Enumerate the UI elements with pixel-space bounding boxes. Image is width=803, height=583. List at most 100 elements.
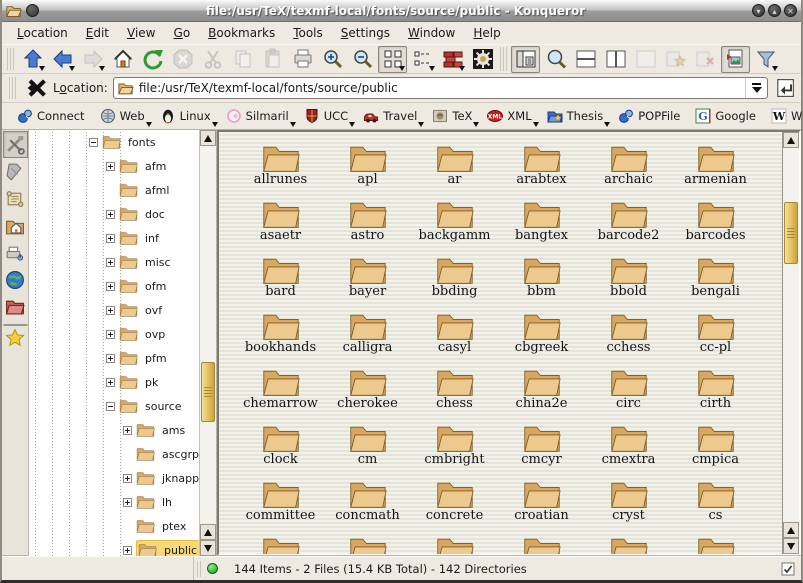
tree-item-ptex[interactable]: ptex <box>29 514 199 538</box>
tree-item-afml[interactable]: afml <box>29 178 199 202</box>
folder-bayer[interactable]: bayer <box>324 250 411 306</box>
folder-armenian[interactable]: armenian <box>672 138 759 194</box>
folder-bengali[interactable]: bengali <box>672 250 759 306</box>
bookmark-silmaril[interactable]: Silmaril <box>221 104 297 128</box>
folder-partial[interactable] <box>585 530 672 554</box>
folder-barcode2[interactable]: barcode2 <box>585 194 672 250</box>
tree-expander-icon[interactable] <box>106 378 115 387</box>
bookmark-xml[interactable]: XMLXML <box>482 104 539 128</box>
tree-scroll-up-icon[interactable] <box>200 130 216 146</box>
print-button[interactable] <box>288 46 317 73</box>
folder-cmpica[interactable]: cmpica <box>672 418 759 474</box>
folder-cbgreek[interactable]: cbgreek <box>498 306 585 362</box>
folder-partial[interactable] <box>411 530 498 554</box>
view-scroll-down-icon[interactable] <box>783 538 799 554</box>
folder-ar[interactable]: ar <box>411 138 498 194</box>
use-index-html-button[interactable] <box>721 46 750 73</box>
tree-expander-icon[interactable] <box>123 546 132 555</box>
toolbar-grip[interactable] <box>7 48 14 70</box>
folder-cc-pl[interactable]: cc-pl <box>672 306 759 362</box>
menu-bookmarks[interactable]: Bookmarks <box>199 23 284 43</box>
folder-bookhands[interactable]: bookhands <box>237 306 324 362</box>
folder-clock[interactable]: clock <box>237 418 324 474</box>
folder-partial[interactable] <box>324 530 411 554</box>
icon-view-button[interactable] <box>378 46 407 73</box>
folder-apl[interactable]: apl <box>324 138 411 194</box>
bookmark-linux[interactable]: Linux <box>155 104 219 128</box>
zoom-in-button[interactable] <box>318 46 347 73</box>
folder-allrunes[interactable]: allrunes <box>237 138 324 194</box>
folder-cmextra[interactable]: cmextra <box>585 418 672 474</box>
folder-cirth[interactable]: cirth <box>672 362 759 418</box>
folder-cryst[interactable]: cryst <box>585 474 672 530</box>
up-button[interactable] <box>18 46 47 73</box>
split-view-left-right-button[interactable] <box>601 46 630 73</box>
tree-expander-icon[interactable] <box>106 282 115 291</box>
tree-expander-icon[interactable] <box>123 474 132 483</box>
bookmark-ucc[interactable]: UCC <box>299 104 356 128</box>
clear-location-icon[interactable] <box>24 76 48 100</box>
folder-casyl[interactable]: casyl <box>411 306 498 362</box>
dropdown-arrow-icon[interactable] <box>69 66 75 71</box>
tree-expander-icon[interactable] <box>106 234 115 243</box>
folder-arabtex[interactable]: arabtex <box>498 138 585 194</box>
folder-cm[interactable]: cm <box>324 418 411 474</box>
tree-expander-icon[interactable] <box>106 330 115 339</box>
bookmark-star-panel-button[interactable] <box>3 324 28 351</box>
menu-help[interactable]: Help <box>464 23 509 43</box>
bookmark-thesis[interactable]: Thesis <box>542 104 612 128</box>
tree-scrollbar-thumb[interactable] <box>201 362 215 422</box>
tree-item-pk[interactable]: pk <box>29 370 199 394</box>
folder-chess[interactable]: chess <box>411 362 498 418</box>
minimize-button[interactable]: ▾ <box>752 4 765 17</box>
dropdown-arrow-icon[interactable] <box>418 122 424 127</box>
menu-location[interactable]: Location <box>8 23 77 43</box>
folder-bbm[interactable]: bbm <box>498 250 585 306</box>
folder-calligra[interactable]: calligra <box>324 306 411 362</box>
tree-item-afm[interactable]: afm <box>29 154 199 178</box>
bookmark-travel[interactable]: Travel <box>358 104 425 128</box>
location-input[interactable]: file:/usr/TeX/texmf-local/fonts/source/p… <box>113 77 768 99</box>
folder-cs[interactable]: cs <box>672 474 759 530</box>
view-scrollbar-thumb[interactable] <box>784 202 798 264</box>
folder-concrete[interactable]: concrete <box>411 474 498 530</box>
tree-expander-icon[interactable] <box>123 426 132 435</box>
folder-partial[interactable] <box>498 530 585 554</box>
tree-item-ovp[interactable]: ovp <box>29 322 199 346</box>
tree-item-source[interactable]: source <box>29 394 199 418</box>
folder-cherokee[interactable]: cherokee <box>324 362 411 418</box>
location-toolbar-grip[interactable] <box>9 77 16 99</box>
view-filter-button[interactable] <box>751 46 780 73</box>
folder-circ[interactable]: circ <box>585 362 672 418</box>
view-scrollbar[interactable] <box>782 132 799 554</box>
tree-scroll-down-icon[interactable] <box>200 540 216 556</box>
active-view-checkbox-icon[interactable] <box>781 562 795 576</box>
bookmark-tex[interactable]: TeX <box>427 104 480 128</box>
tree-item-ascgrp[interactable]: ascgrp <box>29 442 199 466</box>
folder-cchess[interactable]: cchess <box>585 306 672 362</box>
folder-chemarrow[interactable]: chemarrow <box>237 362 324 418</box>
tree-expander-icon[interactable] <box>106 354 115 363</box>
reload-button[interactable] <box>138 46 167 73</box>
folder-bard[interactable]: bard <box>237 250 324 306</box>
folder-bbold[interactable]: bbold <box>585 250 672 306</box>
tree-scrollbar[interactable] <box>199 130 216 556</box>
folder-cmbright[interactable]: cmbright <box>411 418 498 474</box>
zoom-out-button[interactable] <box>348 46 377 73</box>
dropdown-arrow-icon[interactable] <box>39 66 45 71</box>
dropdown-arrow-icon[interactable] <box>99 66 105 71</box>
tree-item-ovf[interactable]: ovf <box>29 298 199 322</box>
dropdown-arrow-icon[interactable] <box>399 66 405 71</box>
services-panel-button[interactable] <box>3 239 28 266</box>
folder-bangtex[interactable]: bangtex <box>498 194 585 250</box>
menu-edit[interactable]: Edit <box>77 23 118 43</box>
maximize-button[interactable]: ▴ <box>768 4 781 17</box>
titlebar[interactable]: file:/usr/TeX/texmf-local/fonts/source/p… <box>2 0 801 22</box>
tree-item-inf[interactable]: inf <box>29 226 199 250</box>
configure-panel-button[interactable] <box>3 131 28 158</box>
dropdown-arrow-icon[interactable] <box>772 66 778 71</box>
split-view-top-bottom-button[interactable] <box>571 46 600 73</box>
menu-view[interactable]: View <box>118 23 164 43</box>
folder-partial[interactable] <box>672 530 759 554</box>
statusbar-grip[interactable] <box>197 561 203 577</box>
